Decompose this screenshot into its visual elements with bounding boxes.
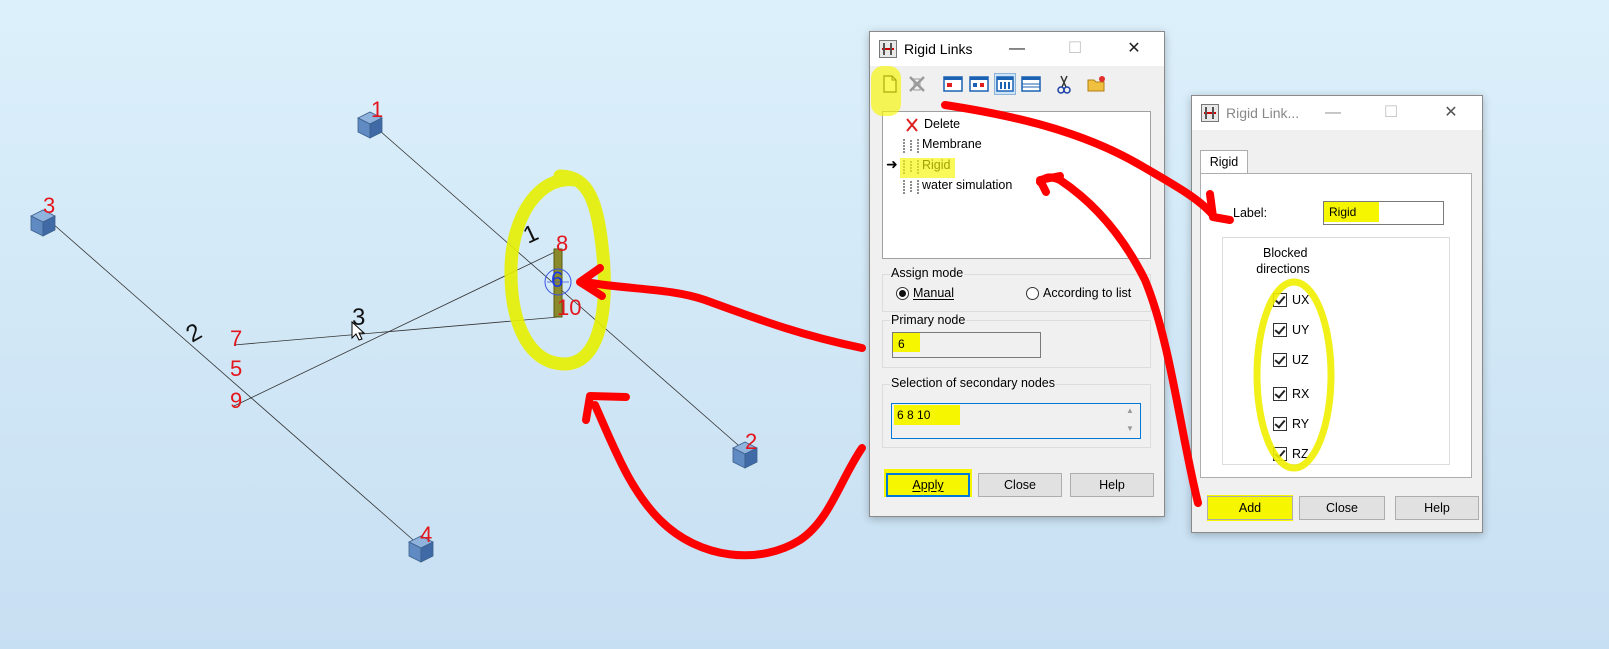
rz-checkbox[interactable] <box>1273 447 1287 461</box>
close-window-button[interactable]: ✕ <box>1111 32 1157 66</box>
delete-tool-icon[interactable] <box>906 73 928 95</box>
uy-checkbox[interactable] <box>1273 323 1287 337</box>
node-label: 7 <box>230 326 242 351</box>
apply-button[interactable]: Apply <box>886 473 970 497</box>
ux-checkbox[interactable] <box>1273 293 1287 307</box>
minimize-button[interactable]: — <box>1310 96 1356 130</box>
dialog-title: Rigid Links <box>904 41 973 57</box>
close-button[interactable]: Close <box>1299 496 1385 520</box>
according-to-list-radio[interactable] <box>1026 287 1039 300</box>
list-item-membrane[interactable]: Membrane <box>902 135 982 153</box>
tab-rigid[interactable]: Rigid <box>1200 150 1248 174</box>
rx-checkbox[interactable] <box>1273 387 1287 401</box>
secondary-nodes-label: Selection of secondary nodes <box>890 376 1056 390</box>
scroll-up-icon[interactable]: ▲ <box>1126 406 1134 415</box>
node-label: 2 <box>745 429 757 454</box>
secondary-nodes-input[interactable]: 6 8 10 <box>891 403 1141 439</box>
list-item-rigid[interactable]: ➜ Rigid <box>886 155 951 174</box>
display-1-icon[interactable] <box>942 73 964 95</box>
manual-radio[interactable] <box>896 287 909 300</box>
new-icon[interactable] <box>879 73 901 95</box>
ry-checkbox[interactable] <box>1273 417 1287 431</box>
close-window-button[interactable]: ✕ <box>1428 96 1474 130</box>
link-type-icon <box>902 159 920 174</box>
maximize-button[interactable]: ☐ <box>1052 32 1098 66</box>
ry-label[interactable]: RY <box>1292 417 1309 431</box>
rigid-links-dialog[interactable]: Rigid Links — ☐ ✕ Delete Membrane ➜ Rigid… <box>869 31 1165 517</box>
rx-label[interactable]: RX <box>1292 387 1309 401</box>
rigid-link-definition-dialog[interactable]: Rigid Link... — ☐ ✕ Rigid Label: Rigid B… <box>1191 95 1483 533</box>
list-item-label: Delete <box>924 117 961 131</box>
bar-label: 2 <box>182 318 207 348</box>
display-2-icon[interactable] <box>968 73 990 95</box>
app-icon <box>1201 104 1219 122</box>
dialog-title: Rigid Link... <box>1226 105 1300 121</box>
manual-radio-label[interactable]: Manual <box>913 286 954 300</box>
bar-label: 1 <box>519 219 543 249</box>
list-item-label: Rigid <box>922 158 951 172</box>
close-button[interactable]: Close <box>978 473 1062 497</box>
list-item-water-simulation[interactable]: water simulation <box>902 176 1012 194</box>
bar-3a[interactable] <box>233 316 560 346</box>
bar-2[interactable] <box>43 215 421 547</box>
blocked-directions-caption-2: directions <box>1256 262 1310 276</box>
uy-label[interactable]: UY <box>1292 323 1309 337</box>
help-button[interactable]: Help <box>1070 473 1154 497</box>
add-button[interactable]: Add <box>1207 496 1293 520</box>
rz-label[interactable]: RZ <box>1292 447 1309 461</box>
maximize-button[interactable]: ☐ <box>1368 96 1414 130</box>
rigid-links-titlebar[interactable]: Rigid Links — ☐ ✕ <box>870 32 1164 66</box>
assign-mode-label: Assign mode <box>890 266 965 280</box>
node-label: 4 <box>420 522 432 547</box>
node-label: 5 <box>230 356 242 381</box>
node-label: 8 <box>556 231 568 256</box>
scroll-down-icon[interactable]: ▼ <box>1126 424 1134 433</box>
bar-3b[interactable] <box>233 249 560 407</box>
delete-x-icon <box>904 118 922 132</box>
blocked-directions-caption: Blocked <box>1263 246 1308 260</box>
display-3-icon[interactable] <box>994 73 1016 95</box>
node-label: 9 <box>230 388 242 413</box>
link-type-icon <box>902 138 920 153</box>
link-type-icon <box>902 179 920 194</box>
open-folder-icon[interactable] <box>1086 73 1108 95</box>
label-caption: Label: <box>1233 206 1268 220</box>
list-item-label: water simulation <box>922 178 1013 192</box>
primary-node-label: 6 <box>551 267 563 292</box>
node-label: 1 <box>371 97 383 122</box>
node-label: 3 <box>43 193 55 218</box>
scissors-icon[interactable] <box>1053 73 1075 95</box>
help-button[interactable]: Help <box>1395 496 1479 520</box>
selected-arrow-icon: ➜ <box>886 156 898 172</box>
uz-label[interactable]: UZ <box>1292 353 1309 367</box>
app-icon <box>879 40 897 58</box>
node-label: 10 <box>557 295 581 320</box>
table-icon[interactable] <box>1020 73 1042 95</box>
primary-node-input[interactable]: 6 <box>892 332 1041 358</box>
according-to-list-label[interactable]: According to list <box>1043 286 1131 300</box>
list-item-delete[interactable]: Delete <box>904 115 960 133</box>
uz-checkbox[interactable] <box>1273 353 1287 367</box>
ux-label[interactable]: UX <box>1292 293 1309 307</box>
primary-node-label: Primary node <box>890 313 967 327</box>
label-input[interactable]: Rigid <box>1323 201 1444 225</box>
minimize-button[interactable]: — <box>994 32 1040 66</box>
rigid-link-titlebar[interactable]: Rigid Link... — ☐ ✕ <box>1192 96 1482 130</box>
list-item-label: Membrane <box>922 137 982 151</box>
